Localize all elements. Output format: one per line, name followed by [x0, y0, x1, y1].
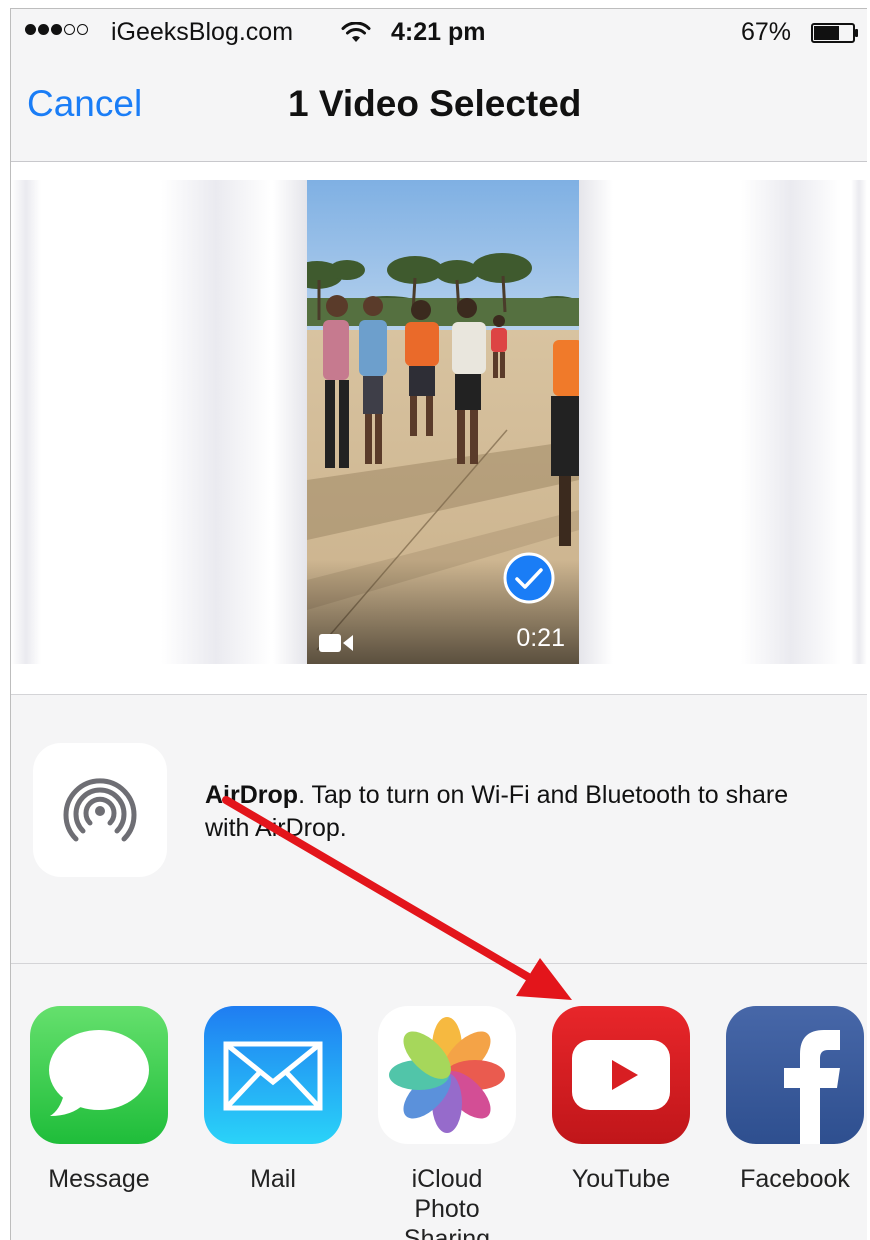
share-app-label: Message [48, 1165, 150, 1193]
airdrop-title: AirDrop [205, 781, 299, 809]
page-title: 1 Video Selected [288, 83, 582, 124]
selected-checkmark-icon[interactable] [503, 552, 555, 604]
share-sheet-screen: iGeeksBlog.com 4:21 pm 67% Cancel 1 Vide… [10, 8, 867, 1240]
share-app-label: Mail [250, 1165, 296, 1193]
status-time: 4:21 pm [391, 18, 486, 46]
airdrop-section: AirDrop. Tap to turn on Wi-Fi and Blueto… [11, 695, 867, 964]
carrier-name: iGeeksBlog.com [111, 18, 294, 46]
signal-strength-icon [25, 24, 88, 35]
neighbor-photo-left-2 [161, 180, 271, 664]
navigation-bar: Cancel 1 Video Selected [11, 57, 867, 162]
share-app-facebook[interactable]: Facebook [725, 1006, 865, 1194]
photos-icon [378, 1006, 516, 1144]
mail-icon [204, 1006, 342, 1144]
share-app-mail[interactable]: Mail [203, 1006, 343, 1194]
share-app-label: YouTube [571, 1165, 671, 1193]
neighbor-photo-right-2 [851, 180, 867, 664]
neighbor-photo-left [11, 180, 41, 664]
facebook-icon [726, 1006, 864, 1144]
status-bar: iGeeksBlog.com 4:21 pm 67% [11, 9, 867, 57]
share-app-message[interactable]: Message [29, 1006, 169, 1194]
airdrop-message: AirDrop. Tap to turn on Wi-Fi and Blueto… [205, 779, 825, 845]
youtube-icon [552, 1006, 690, 1144]
video-duration: 0:21 [516, 624, 565, 652]
battery-icon [811, 23, 858, 43]
share-app-icloud-photo-sharing[interactable]: iCloud Photo Sharing [377, 1006, 517, 1240]
thumbnail-shadow-left [273, 180, 307, 664]
airdrop-button[interactable] [33, 743, 167, 877]
cancel-button[interactable]: Cancel [27, 83, 142, 125]
airdrop-icon [63, 778, 137, 842]
photo-strip[interactable]: 0:21 [11, 162, 867, 695]
share-app-label: Facebook [740, 1165, 850, 1193]
wifi-icon [341, 22, 371, 42]
video-thumbnail[interactable]: 0:21 [307, 180, 579, 664]
share-app-label: iCloud Photo Sharing [403, 1165, 491, 1240]
message-icon [30, 1006, 168, 1144]
thumbnail-shadow-right [579, 180, 613, 664]
share-app-youtube[interactable]: YouTube [551, 1006, 691, 1194]
video-camera-icon [319, 634, 353, 652]
share-apps-row: Message Mail iCloud Photo Sharing YouTub… [11, 964, 867, 1240]
neighbor-photo-right [741, 180, 841, 664]
battery-percentage: 67% [741, 18, 792, 46]
